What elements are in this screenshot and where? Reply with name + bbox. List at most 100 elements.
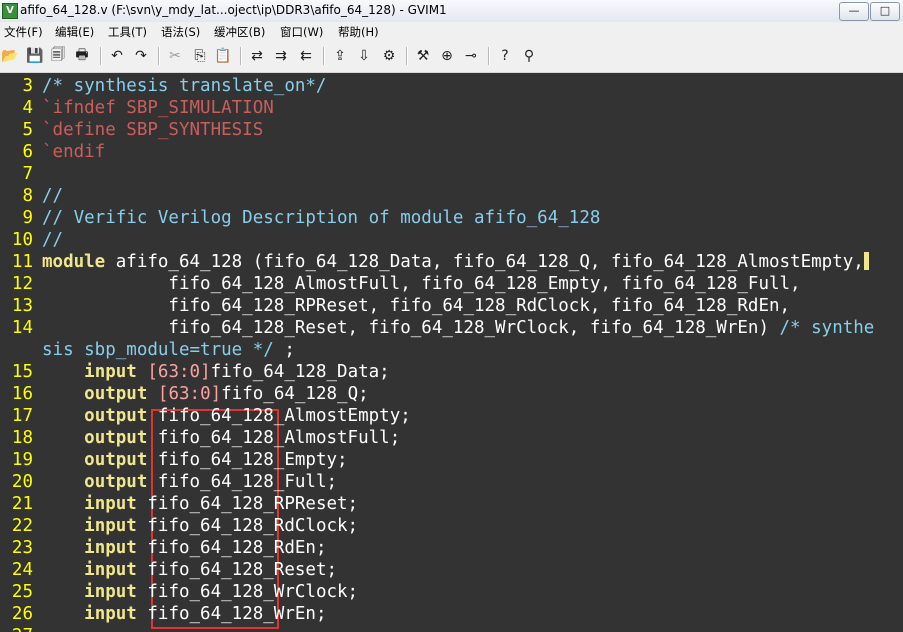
line-number: 24 [11,560,33,580]
token-kw: output [84,384,148,404]
toolbar-separator [406,47,408,65]
find-next-icon[interactable]: ⇉ [271,46,291,66]
code-text: // [42,229,63,251]
print-icon[interactable]: 🖶 [72,46,92,66]
token-kw: input [84,516,137,536]
token-txt: fifo_64_128_AlmostFull, fifo_64_128_Empt… [42,274,801,294]
line-number: 23 [11,538,33,558]
line-number: 22 [11,516,33,536]
text-cursor [863,252,869,270]
token-txt: fifo_64_128_WrEn; [136,604,327,624]
token-txt: ; [273,340,295,360]
code-text: /* synthesis translate_on*/ [42,75,326,97]
code-text: `ifndef SBP_SIMULATION [42,97,274,119]
code-text: output fifo_64_128_AlmostEmpty; [42,405,411,427]
load-session-icon[interactable]: ⇪ [330,46,350,66]
line-number: 13 [11,296,33,316]
line-number: 5 [22,120,33,140]
menu-tools[interactable]: 工具(T) [108,24,147,40]
toolbar-separator [488,47,490,65]
open-icon[interactable]: 📂 [0,46,20,66]
token-txt: fifo_64_128_Data; [210,362,390,382]
menu-syntax[interactable]: 语法(S) [161,24,200,40]
toolbar: 📂 💾 🗐 🖶 ↶ ↷ ✂ ⎘ 📋 ⇄ ⇉ ⇇ ⇪ ⇩ ⚙ ⚒ ⊕ ⊸? ⚲ [0,41,903,73]
jump-tag-icon[interactable]: ⊸ [461,46,481,66]
line-number: 18 [11,428,33,448]
code-text: input fifo_64_128_RdClock; [42,515,358,537]
token-kw: output [84,428,148,448]
line-number: 3 [22,76,33,96]
window-title: afifo_64_128.v (F:\svn\y_mdy_lat...oject… [20,3,447,17]
undo-icon[interactable]: ↶ [107,46,127,66]
line-number: 11 [11,252,33,272]
code-text: sis sbp_module=true */ ; [42,339,295,361]
token-txt: fifo_64_128_AlmostEmpty; [147,406,411,426]
make-icon[interactable]: ⚒ [413,46,433,66]
token-txt: fifo_64_128_AlmostFull; [147,428,401,448]
line-number: 20 [11,472,33,492]
paste-icon[interactable]: 📋 [213,46,233,66]
line-number: 6 [22,142,33,162]
copy-icon[interactable]: ⎘ [190,46,210,66]
token-kw: output [84,472,148,492]
code-text: input [63:0]fifo_64_128_Data; [42,361,390,383]
gvim-icon: V [2,3,18,19]
code-text: module afifo_64_128 (fifo_64_128_Data, f… [42,251,869,273]
code-text: input fifo_64_128_Reset; [42,559,337,581]
token-pre: `endif [42,142,106,162]
save-all-icon[interactable]: 🗐 [48,46,68,66]
line-number: 17 [11,406,33,426]
minimize-button[interactable]: — [839,2,869,21]
code-text: // Verific Verilog Description of module… [42,207,600,229]
menu-window[interactable]: 窗口(W) [280,24,323,40]
menu-file[interactable]: 文件(F) [4,24,43,40]
find-replace-icon[interactable]: ⇄ [247,46,267,66]
menu-buffers[interactable]: 缓冲区(B) [214,24,265,40]
token-kw: output [84,406,148,426]
token-kw: input [84,560,137,580]
maximize-button[interactable]: □ [870,2,900,21]
token-txt: fifo_64_128_RdClock; [136,516,359,536]
cut-icon[interactable]: ✂ [165,46,185,66]
line-number: 9 [22,208,33,228]
toolbar-separator [158,47,160,65]
token-num: [63:0] [147,362,211,382]
build-tags-icon[interactable]: ⊕ [437,46,457,66]
token-kw: module [42,252,106,272]
token-comment: sis sbp_module=true */ [42,340,274,360]
code-editor[interactable]: 3 /* synthesis translate_on*/ 4 `ifndef SBP… [0,73,903,632]
run-script-icon[interactable]: ⚙ [379,46,399,66]
title-bar[interactable]: V afifo_64_128.v (F:\svn\y_mdy_lat...oje… [0,0,903,23]
line-number: 25 [11,582,33,602]
menu-help[interactable]: 帮助(H) [338,24,379,40]
redo-icon[interactable]: ↷ [131,46,151,66]
code-text: output fifo_64_128_AlmostFull; [42,427,400,449]
find-prev-icon[interactable]: ⇇ [296,46,316,66]
code-text: output fifo_64_128_Empty; [42,449,347,471]
code-text: output [63:0]fifo_64_128_Q; [42,383,369,405]
help-icon[interactable]: ? [495,46,515,66]
line-number: 10 [11,230,33,250]
code-text: fifo_64_128_RPReset, fifo_64_128_RdClock… [42,295,790,317]
save-session-icon[interactable]: ⇩ [354,46,374,66]
token-comment: // [42,230,64,250]
token-kw: output [84,450,148,470]
line-number: 8 [22,186,33,206]
line-number: 12 [11,274,33,294]
token-txt: fifo_64_128_WrClock; [136,582,359,602]
code-text: `endif [42,141,105,163]
menu-edit[interactable]: 编辑(E) [55,24,94,40]
find-help-icon[interactable]: ⚲ [519,46,539,66]
save-icon[interactable]: 💾 [25,46,45,66]
line-number: 27 [0,625,33,632]
code-text: input fifo_64_128_RdEn; [42,537,326,559]
toolbar-separator [240,47,242,65]
